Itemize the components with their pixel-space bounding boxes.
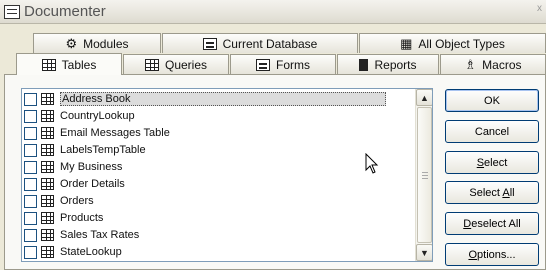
- title-bar: Documenter x: [0, 0, 546, 24]
- list-item[interactable]: CountryLookup: [24, 108, 414, 124]
- table-icon: [41, 58, 56, 71]
- cancel-button[interactable]: Cancel: [445, 120, 539, 143]
- select-all-button[interactable]: Select All: [445, 181, 539, 204]
- table-icon: [41, 93, 54, 105]
- item-checkbox[interactable]: [24, 92, 37, 106]
- list-item-label: Email Messages Table: [60, 127, 170, 139]
- tab-reports[interactable]: Reports: [337, 54, 439, 74]
- list-item[interactable]: My Business: [24, 159, 414, 175]
- table-icon: [41, 178, 54, 190]
- object-listbox[interactable]: Address Book CountryLookup Email Message…: [21, 88, 433, 262]
- tab-modules[interactable]: ⚙ Modules: [33, 33, 161, 53]
- select-button[interactable]: Select: [445, 151, 539, 174]
- tab-tables[interactable]: Tables: [16, 53, 122, 75]
- list-item-label: Orders: [60, 195, 94, 207]
- list-item-label: LabelsTempTable: [60, 144, 146, 156]
- list-item[interactable]: LabelsTempTable: [24, 142, 414, 158]
- close-icon[interactable]: x: [537, 3, 542, 14]
- documenter-window-icon: [4, 5, 20, 19]
- tab-current-database[interactable]: Current Database: [162, 33, 358, 53]
- modules-icon: ⚙: [65, 35, 78, 51]
- vertical-scrollbar[interactable]: ▲ ▼: [415, 89, 432, 261]
- item-checkbox[interactable]: [24, 194, 37, 208]
- list-item-label: CountryLookup: [60, 110, 135, 122]
- item-checkbox[interactable]: [24, 160, 37, 174]
- tab-all-object-types[interactable]: ▦ All Object Types: [359, 33, 546, 53]
- table-icon: [41, 127, 54, 139]
- tab-macros[interactable]: ♗ Macros: [440, 54, 546, 74]
- item-checkbox[interactable]: [24, 177, 37, 191]
- chevron-up-icon: ▲: [420, 92, 429, 103]
- item-checkbox[interactable]: [24, 211, 37, 225]
- item-checkbox[interactable]: [24, 109, 37, 123]
- table-icon: [41, 229, 54, 241]
- list-item[interactable]: Sales Tax Rates: [24, 227, 414, 243]
- list-item[interactable]: Email Messages Table: [24, 125, 414, 141]
- list-item-label: Products: [60, 212, 104, 224]
- list-item[interactable]: Order Details: [24, 176, 414, 192]
- options-button[interactable]: Options...: [445, 243, 539, 266]
- deselect-all-button[interactable]: Deselect All: [445, 212, 539, 235]
- item-checkbox[interactable]: [24, 245, 37, 259]
- list-item-label: StateLookup: [60, 246, 122, 258]
- scroll-thumb[interactable]: [417, 107, 432, 243]
- table-icon: [41, 246, 54, 258]
- list-item-label: My Business: [60, 161, 123, 173]
- item-checkbox[interactable]: [24, 228, 37, 242]
- item-checkbox[interactable]: [24, 143, 37, 157]
- list-item-label: Order Details: [60, 178, 125, 190]
- scroll-up-button[interactable]: ▲: [416, 89, 432, 106]
- reports-icon: [359, 58, 369, 71]
- ok-button[interactable]: OK: [445, 89, 539, 112]
- window-title: Documenter: [24, 3, 106, 20]
- table-icon: [41, 212, 54, 224]
- tab-queries[interactable]: Queries: [123, 54, 229, 74]
- tab-forms[interactable]: Forms: [230, 54, 336, 74]
- forms-icon: [256, 58, 270, 71]
- list-item-label: Address Book: [60, 92, 386, 106]
- table-icon: [41, 110, 54, 122]
- all-object-types-icon: ▦: [400, 35, 413, 51]
- list-item-label: Sales Tax Rates: [60, 229, 140, 241]
- scroll-down-button[interactable]: ▼: [416, 244, 432, 261]
- table-icon: [41, 161, 54, 173]
- list-item[interactable]: Address Book: [24, 91, 414, 107]
- item-checkbox[interactable]: [24, 126, 37, 140]
- macros-icon: ♗: [464, 56, 477, 72]
- list-item[interactable]: Orders: [24, 193, 414, 209]
- documenter-dialog: Documenter x ⚙ Modules Current Database …: [0, 0, 546, 270]
- mouse-pointer-icon: [365, 153, 379, 174]
- queries-icon: [144, 58, 159, 71]
- table-icon: [41, 144, 54, 156]
- table-icon: [41, 195, 54, 207]
- current-database-icon: [202, 37, 217, 50]
- list-item[interactable]: StateLookup: [24, 244, 414, 260]
- list-item[interactable]: Products: [24, 210, 414, 226]
- chevron-down-icon: ▼: [420, 247, 429, 258]
